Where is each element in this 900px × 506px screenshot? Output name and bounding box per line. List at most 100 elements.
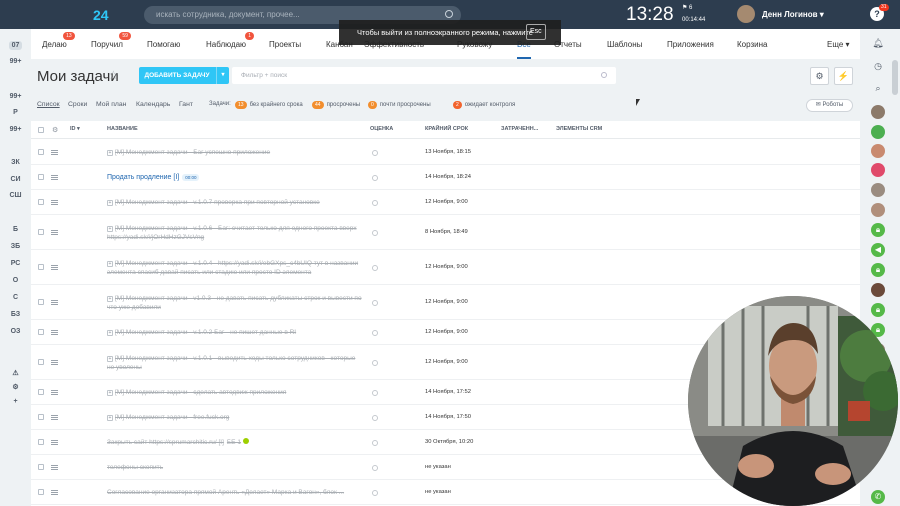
row-checkbox[interactable] [38, 149, 44, 155]
row-menu-icon[interactable] [51, 390, 58, 395]
clock-icon[interactable]: ◷ [872, 61, 884, 72]
deadline-cell[interactable]: 13 Ноября, 18:15 [425, 149, 471, 155]
timer-chip[interactable]: 00:00 [182, 174, 200, 181]
megaphone-icon[interactable]: ◀ [871, 243, 885, 257]
search-icon[interactable] [445, 10, 453, 18]
logo[interactable]: 24 [93, 7, 109, 23]
task-title[interactable]: Закрыть сайт https://sprumarchitic.ru/ [… [107, 438, 362, 447]
task-title[interactable]: телефоны скопить [107, 463, 362, 472]
row-menu-icon[interactable] [51, 265, 58, 270]
row-checkbox[interactable] [38, 389, 44, 395]
column-header[interactable]: ЗАТРАЧЕНН... [501, 126, 538, 132]
row-menu-icon[interactable] [51, 465, 58, 470]
row-checkbox[interactable] [38, 489, 44, 495]
tab-0[interactable]: Делаю 13 [42, 32, 75, 49]
mark-icon[interactable] [372, 440, 378, 446]
mark-icon[interactable] [372, 465, 378, 471]
counter-filter[interactable]: 2 ожидает контроля [453, 101, 515, 109]
contact-avatar[interactable] [871, 105, 885, 119]
add-task-button[interactable]: ДОБАВИТЬ ЗАДАЧУ ▾ [139, 67, 229, 84]
row-checkbox[interactable] [38, 329, 44, 335]
row-checkbox[interactable] [38, 439, 44, 445]
expand-icon[interactable]: + [107, 150, 113, 156]
view-1[interactable]: Сроки [68, 101, 87, 108]
column-header[interactable]: ID ▾ [70, 126, 80, 132]
left-rail-item[interactable]: РС [0, 260, 31, 267]
left-rail-item[interactable]: С [0, 294, 31, 301]
tab-3[interactable]: Наблюдаю 1 [206, 32, 255, 49]
column-header[interactable]: ОЦЕНКА [370, 126, 393, 132]
search-icon[interactable]: ⌕ [872, 83, 884, 94]
row-menu-icon[interactable] [51, 440, 58, 445]
left-rail-item[interactable]: 99+ [0, 126, 31, 133]
left-rail-item[interactable]: СШ [0, 192, 31, 199]
tab-11[interactable]: Приложения [667, 40, 714, 49]
expand-icon[interactable]: + [107, 200, 113, 206]
table-row[interactable]: + [M] Менеджмент задачи - v.1.0.7 проверк… [31, 190, 860, 215]
left-rail-item[interactable]: Р [0, 109, 31, 116]
chevron-down-icon[interactable]: ▾ [216, 67, 229, 84]
row-menu-icon[interactable] [51, 150, 58, 155]
counter-filter[interactable]: 44 просрочены [312, 101, 360, 109]
table-row[interactable]: + [M] Менеджмент задачи - Баг успешно при… [31, 140, 860, 165]
deadline-cell[interactable]: не указан [425, 464, 451, 470]
left-rail-item[interactable]: СИ [0, 176, 31, 183]
row-checkbox[interactable] [38, 414, 44, 420]
left-rail-item[interactable]: ⚙ [0, 383, 31, 391]
task-title[interactable]: Продать продление [I] 00:00 [107, 173, 362, 182]
row-checkbox[interactable] [38, 264, 44, 270]
deadline-cell[interactable]: 14 Ноября, 18:24 [425, 174, 471, 180]
left-rail-item[interactable]: 99+ [0, 58, 31, 65]
task-title[interactable]: + [M] Менеджмент задачи - v.1.0.2 Баг - н… [107, 328, 362, 337]
tab-12[interactable]: Корзина [737, 40, 767, 49]
mark-icon[interactable] [372, 390, 378, 396]
tab-10[interactable]: Шаблоны [607, 40, 642, 49]
left-rail-item[interactable]: Б [0, 226, 31, 233]
view-4[interactable]: Гант [179, 101, 193, 108]
deadline-cell[interactable]: 12 Ноября, 9:00 [425, 359, 468, 365]
expand-icon[interactable]: + [107, 296, 113, 302]
contact-avatar[interactable] [871, 125, 885, 139]
tab-2[interactable]: Помогаю [147, 40, 180, 49]
tab-1[interactable]: Поручил 59 [91, 32, 131, 49]
worktime-box[interactable]: ⚑ 6 00:14:44 [682, 4, 710, 25]
task-title[interactable]: + [M] Менеджмент задачи - v.1.0.4 - https… [107, 259, 362, 277]
row-checkbox[interactable] [38, 199, 44, 205]
row-menu-icon[interactable] [51, 330, 58, 335]
row-menu-icon[interactable] [51, 490, 58, 495]
row-menu-icon[interactable] [51, 360, 58, 365]
robots-button[interactable]: ✉ Роботы [806, 99, 853, 112]
contact-avatar[interactable] [871, 183, 885, 197]
row-checkbox[interactable] [38, 464, 44, 470]
left-rail-item[interactable]: О [0, 277, 31, 284]
deadline-cell[interactable]: 14 Ноября, 17:50 [425, 414, 471, 420]
row-menu-icon[interactable] [51, 200, 58, 205]
deadline-cell[interactable]: 30 Октября, 10:20 [425, 439, 473, 445]
left-rail-item[interactable]: ЗБ [0, 243, 31, 250]
left-rail-item[interactable]: ЗК [0, 159, 31, 166]
task-title[interactable]: + [M] Менеджмент задачи - Баг успешно при… [107, 148, 362, 157]
expand-icon[interactable]: + [107, 330, 113, 336]
expand-icon[interactable]: + [107, 390, 113, 396]
tab-13[interactable]: Еще ▾ [827, 40, 850, 49]
row-menu-icon[interactable] [51, 230, 58, 235]
star-icon[interactable]: ☆ [108, 68, 119, 82]
expand-icon[interactable]: + [107, 415, 113, 421]
task-title[interactable]: + [M] Менеджмент задачи - v.1.0.1 - вывод… [107, 354, 362, 372]
lock-icon[interactable]: 🔒︎ [871, 263, 885, 277]
row-checkbox[interactable] [38, 359, 44, 365]
bell-icon[interactable]: 🔔︎ [872, 38, 884, 49]
view-2[interactable]: Мой план [96, 101, 126, 108]
row-menu-icon[interactable] [51, 415, 58, 420]
task-title[interactable]: + [M] Менеджмент задачи - v1.0.3 - не дав… [107, 294, 362, 312]
row-menu-icon[interactable] [51, 300, 58, 305]
expand-icon[interactable]: + [107, 356, 113, 362]
left-rail-item[interactable]: ОЗ [0, 328, 31, 335]
row-menu-icon[interactable] [51, 175, 58, 180]
mark-icon[interactable] [372, 150, 378, 156]
mark-icon[interactable] [372, 330, 378, 336]
counter-filter[interactable]: 13 без крайнего срока [235, 101, 303, 109]
left-rail-item[interactable]: БЗ [0, 311, 31, 318]
gear-icon[interactable]: ⚙ [52, 126, 58, 134]
task-title[interactable]: + [M] Менеджмент задачи - v.1.0.7 проверк… [107, 198, 362, 207]
